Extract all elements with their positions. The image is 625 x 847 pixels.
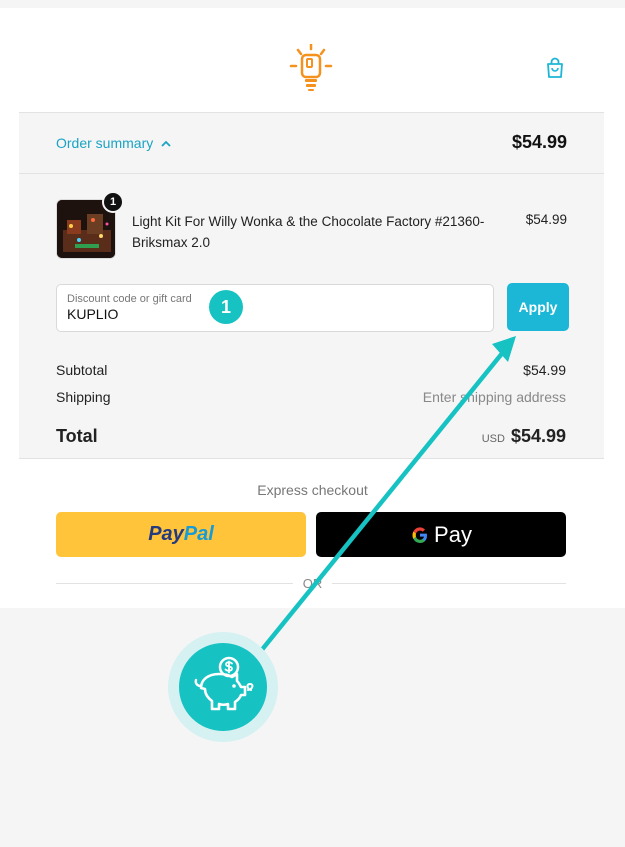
paypal-button[interactable]: Pay Pal (56, 512, 306, 557)
product-thumbnail: 1 (56, 191, 124, 259)
subtotal-row: Subtotal $54.99 (56, 362, 566, 378)
discount-code-input[interactable]: Discount code or gift card KUPLIO (56, 284, 494, 332)
order-details: 1 Light Kit For Willy Wonka & the Chocol… (19, 174, 604, 459)
product-name: Light Kit For Willy Wonka & the Chocolat… (132, 214, 485, 250)
shipping-value: Enter shipping address (422, 389, 566, 405)
discount-code-value[interactable]: KUPLIO (67, 306, 483, 322)
total-row: Total USD $54.99 (56, 426, 566, 447)
lightbulb-brick-logo-icon[interactable] (289, 44, 333, 92)
header (0, 8, 625, 112)
quantity-badge: 1 (102, 191, 124, 213)
checkout-page: Order summary $54.99 1 Light Kit For Wil… (0, 8, 625, 608)
total-value: $54.99 (510, 426, 566, 446)
product-price: $54.99 (525, 212, 567, 227)
google-g-icon (412, 526, 428, 543)
subtotal-value: $54.99 (523, 362, 566, 378)
shipping-label: Shipping (56, 389, 111, 405)
express-checkout-label: Express checkout (257, 482, 368, 498)
step-number-badge: 1 (209, 290, 243, 324)
order-summary-label: Order summary (56, 135, 154, 151)
paypal-logo-pay: Pay (148, 523, 184, 545)
currency-code: USD (481, 433, 505, 445)
shopping-bag-icon[interactable] (543, 56, 567, 80)
total-label: Total (56, 426, 98, 446)
shipping-row: Shipping Enter shipping address (56, 389, 566, 405)
discount-code-label: Discount code or gift card (67, 293, 192, 305)
google-pay-button[interactable]: Pay (316, 512, 566, 557)
order-summary-total: $54.99 (511, 132, 567, 152)
paypal-logo-pal: Pal (183, 523, 214, 545)
piggy-bank-badge (179, 643, 267, 731)
chevron-up-icon (161, 140, 171, 147)
or-label: OR (292, 576, 333, 591)
order-summary-bar: Order summary $54.99 (19, 112, 604, 174)
apply-discount-button[interactable]: Apply (507, 283, 569, 331)
google-pay-label: Pay (434, 521, 472, 547)
piggy-bank-icon (194, 656, 254, 711)
order-summary-toggle[interactable]: Order summary (56, 135, 171, 151)
subtotal-label: Subtotal (56, 362, 108, 378)
total-amount: USD $54.99 (482, 426, 566, 447)
or-divider: OR (0, 576, 625, 591)
